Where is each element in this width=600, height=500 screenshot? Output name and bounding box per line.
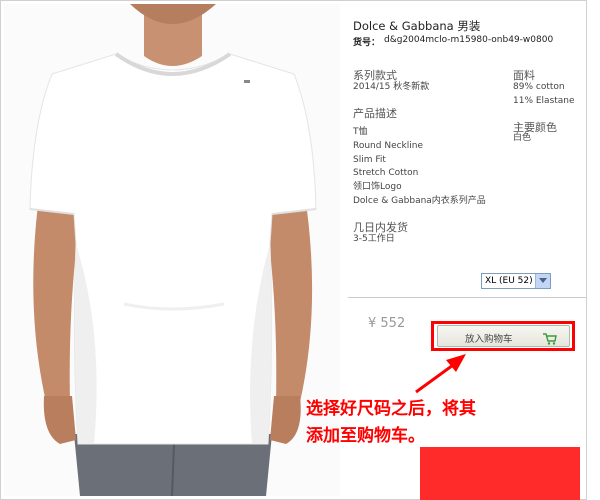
- annotation-text: 选择好尺码之后，将其 添加至购物车。: [306, 396, 546, 450]
- annotation-line: 添加至购物车。: [306, 426, 425, 446]
- red-block: [420, 447, 580, 500]
- annotation-line: 选择好尺码之后，将其: [306, 399, 476, 419]
